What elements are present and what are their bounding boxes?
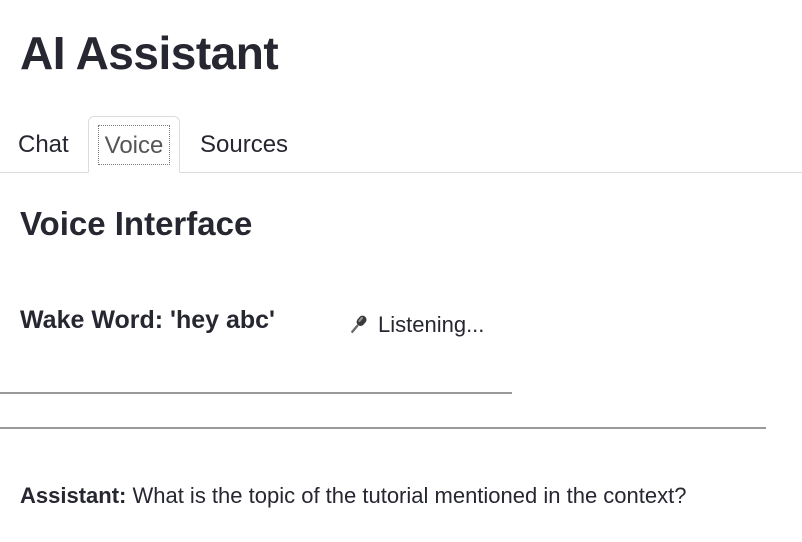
wake-word-label: Wake Word: 'hey abc' (20, 306, 276, 334)
tab-chat[interactable]: Chat (18, 116, 69, 172)
app-title: AI Assistant (20, 27, 279, 79)
assistant-message: Assistant: What is the topic of the tuto… (20, 483, 686, 509)
message-speaker: Assistant: (20, 483, 127, 508)
status-text: Listening... (378, 312, 485, 337)
tab-bar: Chat Voice Sources (0, 116, 802, 173)
tab-voice-label: Voice (97, 125, 171, 165)
section-title: Voice Interface (20, 205, 253, 242)
divider (0, 392, 512, 394)
tab-sources[interactable]: Sources (200, 116, 288, 172)
tab-voice[interactable]: Voice (88, 116, 180, 173)
listening-status: Listening... (346, 312, 484, 338)
message-text: What is the topic of the tutorial mentio… (126, 483, 687, 508)
app-page: AI Assistant Chat Voice Sources Voice In… (0, 0, 802, 542)
microphone-icon (346, 312, 370, 338)
divider (0, 427, 766, 429)
